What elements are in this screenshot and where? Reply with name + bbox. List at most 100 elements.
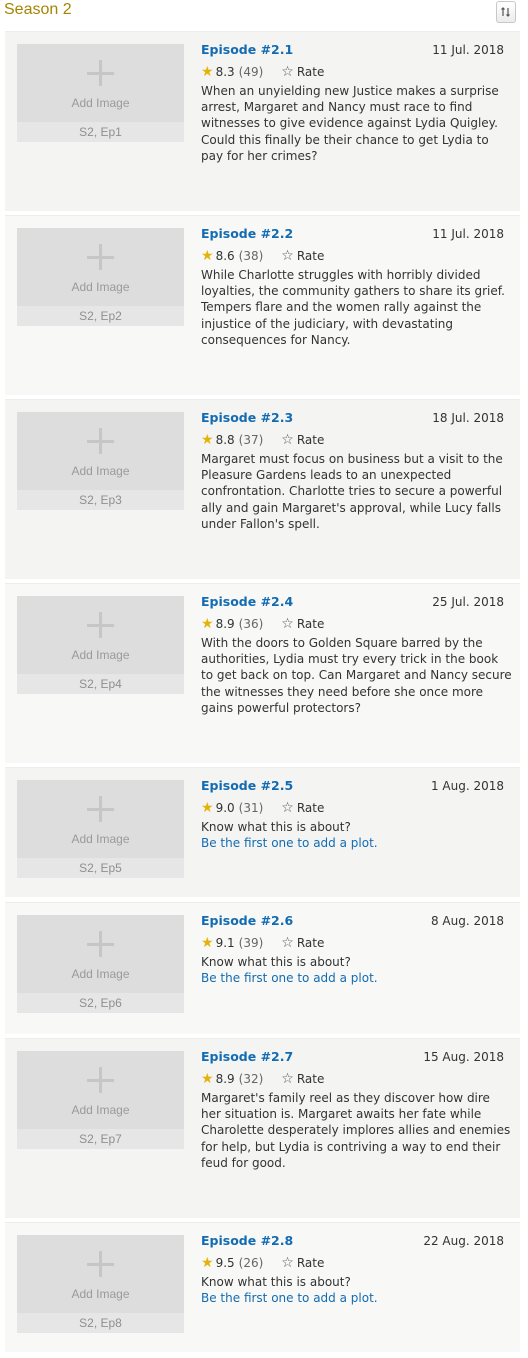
rate-button[interactable]: ☆ Rate bbox=[281, 432, 324, 448]
rate-button[interactable]: ☆ Rate bbox=[281, 1071, 324, 1087]
rating-value: 8.3 bbox=[215, 65, 235, 79]
rating-value: 9.0 bbox=[215, 801, 235, 815]
add-image-placeholder[interactable]: Add Image bbox=[17, 780, 184, 858]
rate-button[interactable]: ☆ Rate bbox=[281, 248, 324, 264]
episode-title-link[interactable]: Episode #2.2 bbox=[201, 226, 293, 241]
episode-plot: When an unyielding new Justice makes a s… bbox=[201, 84, 499, 163]
season-title: Season 2 bbox=[4, 1, 72, 18]
episode-code: S2, Ep4 bbox=[17, 674, 184, 694]
rating-row: ★ 8.6 (38) ☆ Rate bbox=[201, 247, 324, 265]
episode-title-link[interactable]: Episode #2.1 bbox=[201, 42, 293, 57]
rate-button[interactable]: ☆ Rate bbox=[281, 64, 324, 80]
episode-code: S2, Ep5 bbox=[17, 858, 184, 878]
plus-icon bbox=[87, 1251, 115, 1279]
add-image-placeholder[interactable]: Add Image bbox=[17, 228, 184, 306]
add-image-placeholder[interactable]: Add Image bbox=[17, 44, 184, 122]
plus-icon bbox=[87, 612, 115, 640]
season-header: Season 2 bbox=[0, 0, 528, 28]
episode-title-link[interactable]: Episode #2.4 bbox=[201, 594, 293, 609]
star-outline-icon: ☆ bbox=[281, 64, 294, 80]
add-plot-link[interactable]: Be the first one to add a plot. bbox=[201, 835, 378, 851]
plus-icon bbox=[87, 1067, 115, 1095]
star-icon: ★ bbox=[201, 616, 214, 632]
episode-airdate: 22 Aug. 2018 bbox=[423, 1234, 504, 1248]
episode-item: Add Image S2, Ep2 Episode #2.2 11 Jul. 2… bbox=[5, 215, 520, 395]
episode-title-link[interactable]: Episode #2.8 bbox=[201, 1233, 293, 1248]
rate-label: Rate bbox=[296, 617, 325, 631]
star-icon: ★ bbox=[201, 64, 214, 80]
add-image-placeholder[interactable]: Add Image bbox=[17, 596, 184, 674]
episode-code: S2, Ep6 bbox=[17, 993, 184, 1013]
episode-code: S2, Ep3 bbox=[17, 490, 184, 510]
rating-row: ★ 8.3 (49) ☆ Rate bbox=[201, 63, 324, 81]
rating-count: (39) bbox=[238, 936, 264, 950]
add-image-label: Add Image bbox=[71, 280, 130, 294]
episode-item: Add Image S2, Ep5 Episode #2.5 1 Aug. 20… bbox=[5, 767, 520, 897]
plus-icon bbox=[87, 931, 115, 959]
rating-row: ★ 8.9 (32) ☆ Rate bbox=[201, 1070, 324, 1088]
add-image-placeholder[interactable]: Add Image bbox=[17, 915, 184, 993]
rating-count: (26) bbox=[238, 1256, 264, 1270]
episode-airdate: 1 Aug. 2018 bbox=[430, 779, 504, 793]
add-image-label: Add Image bbox=[71, 648, 130, 662]
episode-title-link[interactable]: Episode #2.7 bbox=[201, 1049, 293, 1064]
star-outline-icon: ☆ bbox=[281, 935, 294, 951]
star-icon: ★ bbox=[201, 1255, 214, 1271]
rate-button[interactable]: ☆ Rate bbox=[281, 1255, 324, 1271]
rate-button[interactable]: ☆ Rate bbox=[281, 935, 324, 951]
add-image-placeholder[interactable]: Add Image bbox=[17, 1051, 184, 1129]
add-image-placeholder[interactable]: Add Image bbox=[17, 1235, 184, 1313]
add-image-label: Add Image bbox=[71, 832, 130, 846]
rate-label: Rate bbox=[296, 433, 325, 447]
star-icon: ★ bbox=[201, 432, 214, 448]
episode-airdate: 11 Jul. 2018 bbox=[432, 227, 504, 241]
sort-toggle-button[interactable] bbox=[496, 1, 516, 23]
rating-row: ★ 9.1 (39) ☆ Rate bbox=[201, 934, 324, 952]
star-icon: ★ bbox=[201, 1071, 214, 1087]
episode-item: Add Image S2, Ep3 Episode #2.3 18 Jul. 2… bbox=[5, 399, 520, 579]
episode-code: S2, Ep1 bbox=[17, 122, 184, 142]
rating-count: (38) bbox=[238, 249, 264, 263]
episode-airdate: 25 Jul. 2018 bbox=[432, 595, 504, 609]
plot-prompt: Know what this is about? bbox=[201, 1275, 351, 1289]
rate-label: Rate bbox=[296, 249, 325, 263]
star-outline-icon: ☆ bbox=[281, 432, 294, 448]
add-plot-link[interactable]: Be the first one to add a plot. bbox=[201, 1290, 378, 1306]
episode-title-link[interactable]: Episode #2.5 bbox=[201, 778, 293, 793]
star-outline-icon: ☆ bbox=[281, 1071, 294, 1087]
episode-item: Add Image S2, Ep1 Episode #2.1 11 Jul. 2… bbox=[5, 31, 520, 211]
sort-icon bbox=[501, 7, 510, 17]
episode-plot: With the doors to Golden Square barred b… bbox=[201, 636, 512, 715]
add-image-label: Add Image bbox=[71, 1103, 130, 1117]
plot-prompt: Know what this is about? bbox=[201, 955, 351, 969]
episode-plot: While Charlotte struggles with horribly … bbox=[201, 268, 505, 347]
star-outline-icon: ☆ bbox=[281, 616, 294, 632]
star-icon: ★ bbox=[201, 935, 214, 951]
rating-value: 9.5 bbox=[215, 1256, 235, 1270]
rate-label: Rate bbox=[296, 1256, 325, 1270]
rating-count: (36) bbox=[238, 617, 264, 631]
episode-airdate: 11 Jul. 2018 bbox=[432, 43, 504, 57]
rating-row: ★ 8.9 (36) ☆ Rate bbox=[201, 615, 324, 633]
rating-value: 8.9 bbox=[215, 1072, 235, 1086]
plus-icon bbox=[87, 244, 115, 272]
add-image-label: Add Image bbox=[71, 464, 130, 478]
episode-item: Add Image S2, Ep8 Episode #2.8 22 Aug. 2… bbox=[5, 1222, 520, 1352]
rating-value: 9.1 bbox=[215, 936, 235, 950]
rating-count: (37) bbox=[238, 433, 264, 447]
star-outline-icon: ☆ bbox=[281, 1255, 294, 1271]
rating-row: ★ 9.5 (26) ☆ Rate bbox=[201, 1254, 324, 1272]
add-image-placeholder[interactable]: Add Image bbox=[17, 412, 184, 490]
rate-button[interactable]: ☆ Rate bbox=[281, 800, 324, 816]
rate-label: Rate bbox=[296, 936, 325, 950]
episode-airdate: 8 Aug. 2018 bbox=[430, 914, 504, 928]
rate-button[interactable]: ☆ Rate bbox=[281, 616, 324, 632]
rating-count: (49) bbox=[238, 65, 264, 79]
episode-item: Add Image S2, Ep4 Episode #2.4 25 Jul. 2… bbox=[5, 583, 520, 763]
rate-label: Rate bbox=[296, 65, 325, 79]
episode-title-link[interactable]: Episode #2.3 bbox=[201, 410, 293, 425]
episode-item: Add Image S2, Ep7 Episode #2.7 15 Aug. 2… bbox=[5, 1038, 520, 1218]
add-plot-link[interactable]: Be the first one to add a plot. bbox=[201, 970, 378, 986]
add-image-label: Add Image bbox=[71, 967, 130, 981]
episode-title-link[interactable]: Episode #2.6 bbox=[201, 913, 293, 928]
